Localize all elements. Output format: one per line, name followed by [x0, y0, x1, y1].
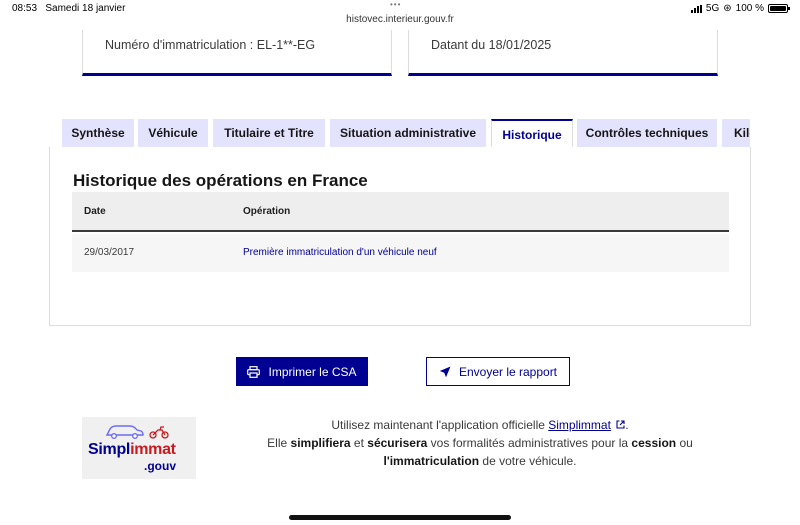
print-csa-button[interactable]: Imprimer le CSA: [236, 357, 368, 386]
motorbike-icon: [149, 426, 169, 439]
send-report-label: Envoyer le rapport: [458, 364, 558, 379]
tab-situation-administrative[interactable]: Situation administrative: [330, 119, 486, 147]
promo-line-2: Elle simplifiera et sécurisera vos forma…: [267, 436, 693, 450]
orientation-lock-icon: ⊛: [723, 3, 732, 14]
report-date: Datant du 18/01/2025: [431, 38, 552, 52]
tab-bar: Synthèse Véhicule Titulaire et Titre Sit…: [62, 119, 750, 147]
simplimmat-link[interactable]: Simplimmat: [548, 418, 611, 432]
promo-line-3: l'immatriculation de votre véhicule.: [383, 454, 577, 468]
simplimmat-logo: Simplimmat .gouv: [82, 417, 196, 479]
print-csa-label: Imprimer le CSA: [268, 364, 357, 379]
promo-line-1: Utilisez maintenant l'application offici…: [331, 418, 629, 432]
tab-kilometrage[interactable]: Kilo: [722, 119, 750, 147]
battery-icon: [768, 4, 790, 13]
network-type: 5G: [705, 3, 720, 14]
home-indicator[interactable]: [289, 515, 511, 520]
logo-gouv: .gouv: [144, 459, 176, 473]
status-indicators: 5G ⊛ 100 %: [690, 3, 790, 14]
tab-vehicule[interactable]: Véhicule: [138, 119, 208, 147]
signal-icon: [690, 4, 702, 13]
printer-icon: [247, 365, 261, 378]
status-time: 08:53 Samedi 18 janvier: [12, 3, 126, 14]
status-bar: 08:53 Samedi 18 janvier ••• histovec.int…: [0, 0, 800, 30]
registration-card: Numéro d'immatriculation : EL-1**-EG: [82, 30, 392, 76]
car-icon: [105, 425, 144, 439]
table-row: 29/03/2017 Première immatriculation d'un…: [72, 234, 729, 272]
history-panel: Historique des opérations en France Date…: [49, 147, 751, 326]
row-date: 29/03/2017: [84, 247, 135, 258]
send-icon: [439, 366, 451, 377]
address-bar-url[interactable]: histovec.interieur.gouv.fr: [0, 14, 800, 25]
logo-wordmark: Simplimmat: [88, 441, 176, 458]
tab-historique[interactable]: Historique: [491, 119, 573, 147]
row-operation: Première immatriculation d'un véhicule n…: [243, 247, 437, 258]
tab-overview-dots[interactable]: •••: [390, 0, 401, 9]
tab-titulaire-titre[interactable]: Titulaire et Titre: [213, 119, 325, 147]
table-header: Date Opération: [72, 192, 729, 232]
battery-percent: 100 %: [735, 3, 764, 14]
column-header-date: Date: [84, 206, 106, 217]
simplimmat-promo: Utilisez maintenant l'application offici…: [210, 416, 750, 470]
send-report-button[interactable]: Envoyer le rapport: [426, 357, 570, 386]
panel-title: Historique des opérations en France: [73, 171, 368, 190]
report-date-card: Datant du 18/01/2025: [408, 30, 718, 76]
tab-synthese[interactable]: Synthèse: [62, 119, 134, 147]
tab-controles-techniques[interactable]: Contrôles techniques: [577, 119, 717, 147]
external-link-icon[interactable]: [616, 420, 625, 429]
registration-number: Numéro d'immatriculation : EL-1**-EG: [105, 38, 316, 52]
column-header-operation: Opération: [243, 206, 291, 217]
